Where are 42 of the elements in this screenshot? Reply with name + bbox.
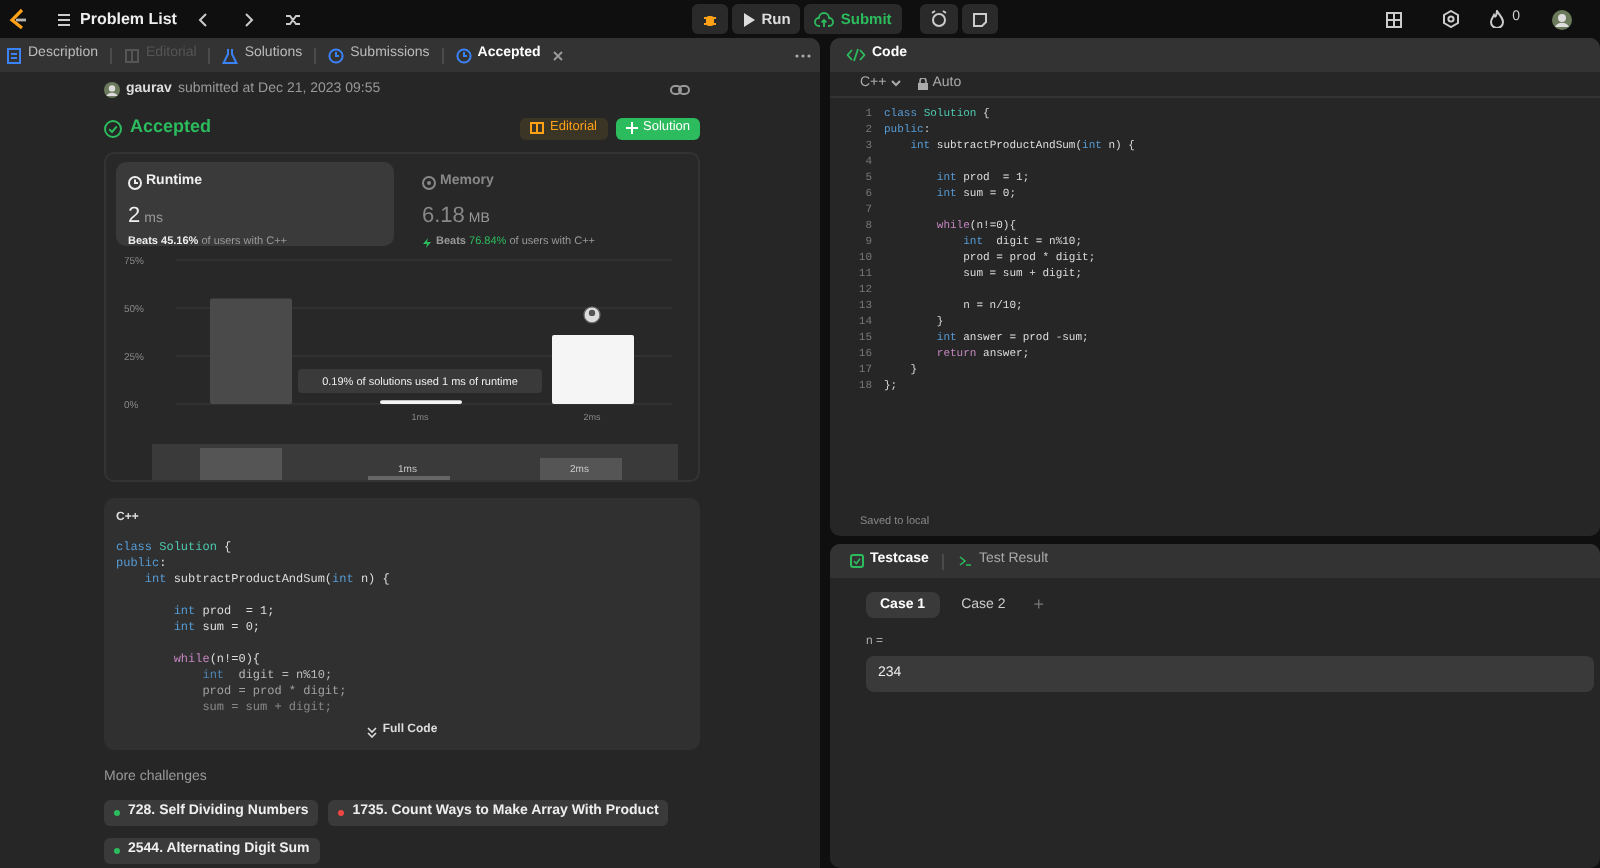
alarm-button[interactable]: [919, 4, 958, 34]
more-icon: [794, 51, 812, 59]
history-icon: [455, 47, 472, 63]
checkbox-icon: [850, 554, 864, 568]
chevron-left-icon: [196, 11, 213, 27]
lock-icon: [918, 78, 929, 90]
stat-value: 2: [128, 203, 141, 227]
clock-icon: [128, 175, 142, 190]
settings-icon: [1442, 10, 1461, 28]
logo-icon: [8, 8, 28, 30]
chevron-right-icon: [240, 11, 257, 27]
book-icon: [124, 47, 141, 63]
shuffle-icon: [284, 11, 303, 27]
note-icon: [971, 11, 988, 27]
status-text: Accepted: [130, 114, 212, 141]
bug-icon: [701, 11, 718, 27]
lightning-icon: [422, 237, 432, 248]
debug-button[interactable]: [691, 4, 728, 34]
avatar-icon: [1552, 9, 1572, 29]
chevron-down-icon: [890, 80, 903, 88]
code-icon: [846, 48, 866, 62]
layout-icon: [1386, 11, 1403, 27]
plus-icon: [625, 122, 637, 134]
flame-icon: [1490, 10, 1505, 28]
play-icon: [741, 11, 756, 27]
problem-list-link[interactable]: Problem List: [80, 7, 177, 31]
history-icon: [328, 47, 345, 63]
link-icon: [670, 82, 690, 98]
alarm-clock-icon: [929, 10, 948, 28]
stat-value: 6.18: [422, 203, 465, 227]
avatar-icon: [104, 82, 120, 98]
flask-icon: [222, 47, 239, 63]
cloud-upload-icon: [814, 11, 835, 27]
double-chevron-down-icon: [366, 725, 379, 737]
chip-icon: [422, 175, 436, 190]
notes-button[interactable]: [961, 4, 998, 34]
user-marker-icon: [583, 306, 601, 324]
book-icon: [530, 122, 545, 134]
terminal-icon: [958, 554, 973, 568]
check-circle-icon: [104, 119, 122, 137]
document-icon: [6, 47, 22, 63]
list-icon: [56, 11, 72, 27]
